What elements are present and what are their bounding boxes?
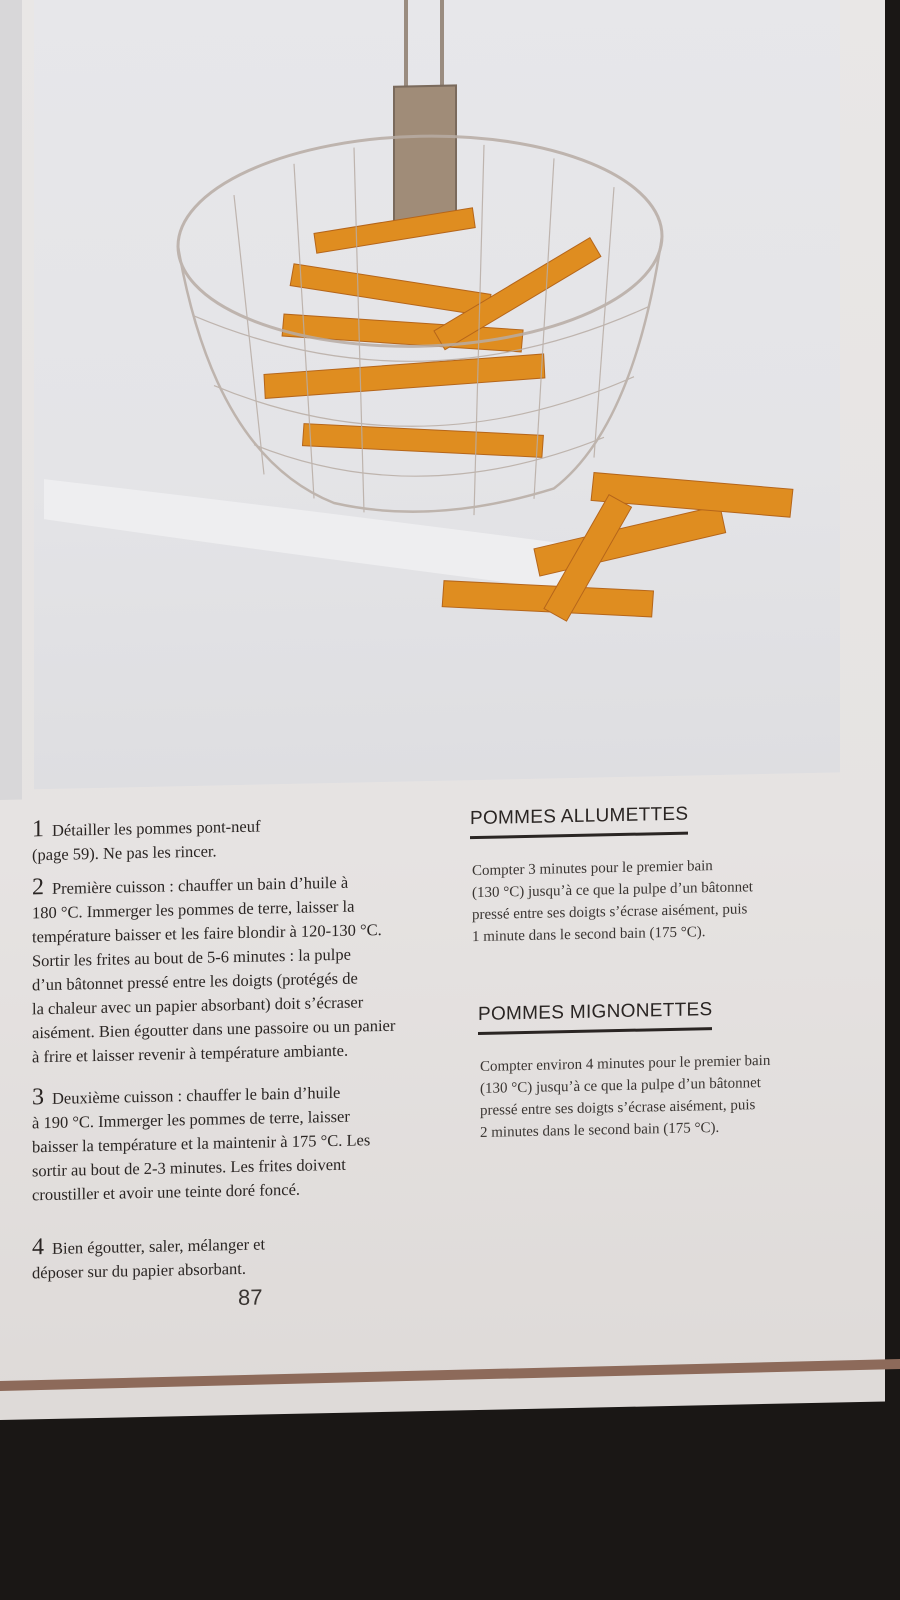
- variant-text: 1 minute dans le second bain (175 °C).: [472, 924, 706, 946]
- step-4: 4 Bien égoutter, saler, mélanger et dépos…: [32, 1230, 265, 1285]
- mignonettes-text: Compter environ 4 minutes pour le premie…: [480, 1050, 770, 1144]
- step-text: (page 59). Ne pas les rincer.: [32, 841, 217, 865]
- step-3: 3 Deuxième cuisson : chauffer le bain d’h…: [32, 1078, 370, 1207]
- allumettes-text: Compter 3 minutes pour le premier bain (…: [472, 854, 753, 948]
- fries-basket-photo: [34, 0, 840, 790]
- step-number: 1: [32, 816, 44, 843]
- step-text: Première cuisson : chauffer un bain d’hu…: [52, 872, 349, 898]
- book-page: 1 Détailler les pommes pont-neuf (page 59…: [0, 0, 885, 1420]
- heading-pommes-mignonettes: POMMES MIGNONETTES: [478, 999, 713, 1035]
- step-2: 2 Première cuisson : chauffer un bain d’h…: [32, 868, 395, 1070]
- facing-page-edge: [0, 0, 22, 800]
- step-number: 2: [32, 874, 44, 901]
- step-number: 4: [32, 1234, 44, 1261]
- fries-illustration: [44, 0, 794, 622]
- step-1: 1 Détailler les pommes pont-neuf (page 59…: [32, 813, 260, 868]
- page-number: 87: [238, 1284, 263, 1311]
- variant-text: 2 minutes dans le second bain (175 °C).: [480, 1119, 720, 1141]
- step-text: Deuxième cuisson : chauffer le bain d’hu…: [52, 1082, 341, 1108]
- step-number: 3: [32, 1084, 44, 1111]
- step-text: déposer sur du papier absorbant.: [32, 1258, 246, 1283]
- step-text: Détailler les pommes pont-neuf: [52, 816, 261, 840]
- step-text: Bien égoutter, saler, mélanger et: [52, 1234, 266, 1258]
- heading-pommes-allumettes: POMMES ALLUMETTES: [470, 803, 689, 840]
